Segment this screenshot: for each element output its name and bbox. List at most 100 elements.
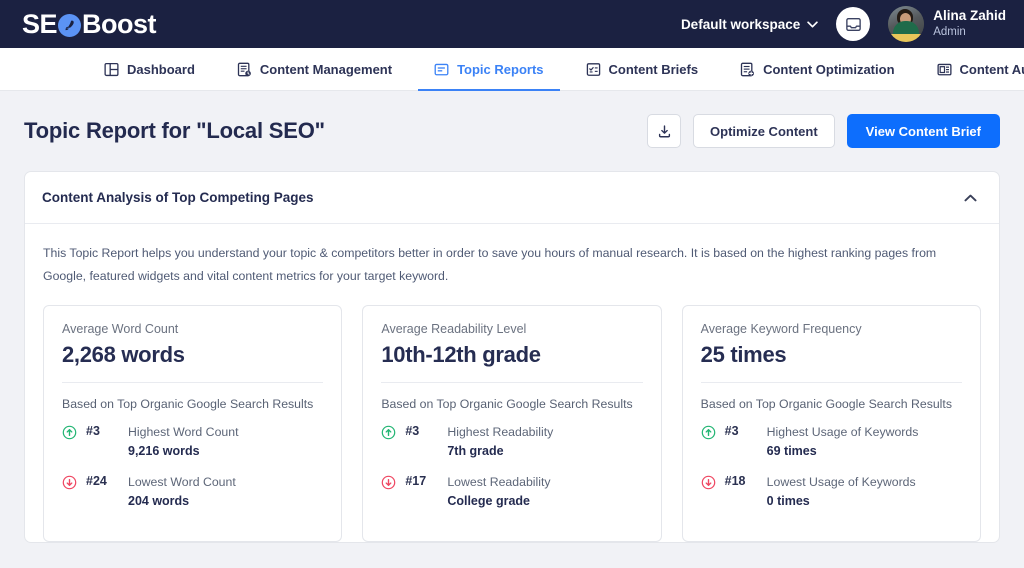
nav-label: Content Audits: [959, 61, 1024, 77]
arrow-up-circle-icon: [382, 426, 396, 440]
stat-text: Lowest Usage of Keywords 0 times: [767, 473, 916, 511]
page-content: Topic Report for "Local SEO" Optimize Co…: [0, 91, 1024, 543]
nav-item-content-audits[interactable]: Content Audits: [921, 48, 1024, 90]
card-body: This Topic Report helps you understand y…: [25, 224, 999, 542]
nav-item-content-management[interactable]: Content Management: [221, 48, 408, 90]
stat-rank: #3: [405, 424, 420, 439]
nav-item-content-optimization[interactable]: Content Optimization: [724, 48, 910, 90]
nav-label: Content Management: [259, 61, 393, 77]
stat-rank: #3: [724, 424, 739, 439]
stat-value: 204 words: [128, 493, 190, 508]
stat-text: Highest Word Count 9,216 words: [128, 423, 239, 461]
stat-name: Highest Word Count: [128, 425, 239, 440]
metric-label: Average Keyword Frequency: [700, 322, 862, 337]
stat-name: Lowest Readability: [447, 475, 551, 490]
metric-card: Average Readability Level 10th-12th grad…: [362, 305, 662, 542]
card-header: Content Analysis of Top Competing Pages: [25, 172, 999, 224]
stat-name: Highest Usage of Keywords: [766, 425, 919, 440]
stat-text: Lowest Readability College grade: [447, 473, 550, 511]
stat-rank: #24: [86, 474, 107, 489]
metric-value: 25 times: [700, 342, 787, 368]
inbox-tray-icon: [845, 17, 861, 31]
stat-value: 7th grade: [447, 444, 504, 459]
stat-row-highest: #3 Highest Usage of Keywords 69 times: [701, 423, 962, 461]
chevron-down-icon: [807, 20, 818, 28]
collapse-toggle[interactable]: [959, 187, 981, 209]
stat-row-lowest: #18 Lowest Usage of Keywords 0 times: [701, 473, 962, 511]
metric-subtitle: Based on Top Organic Google Search Resul…: [700, 397, 952, 412]
app-logo[interactable]: SE Boost: [22, 8, 157, 40]
user-info: Alina Zahid Admin: [933, 8, 1006, 39]
stat-rank: #18: [724, 474, 746, 489]
stat-value: 0 times: [766, 493, 810, 508]
nav-label: Content Optimization: [763, 61, 895, 77]
stat-value: College grade: [447, 493, 530, 508]
metric-value: 10th-12th grade: [381, 342, 541, 368]
divider: [700, 382, 962, 384]
rocket-circle-icon: [58, 13, 82, 37]
arrow-up-circle-icon: [701, 426, 715, 440]
card-description: This Topic Report helps you understand y…: [43, 246, 937, 283]
metric-card: Average Word Count 2,268 words Based on …: [43, 305, 343, 542]
logo-text-right: Boost: [82, 8, 157, 39]
nav-item-content-briefs[interactable]: Content Briefs: [570, 48, 715, 90]
stat-value: 9,216 words: [128, 444, 200, 459]
metric-label: Average Readability Level: [381, 322, 527, 337]
stat-row-lowest: #17 Lowest Readability College grade: [381, 473, 642, 511]
content-analysis-card: Content Analysis of Top Competing Pages …: [24, 171, 1000, 543]
metric-subtitle: Based on Top Organic Google Search Resul…: [62, 397, 314, 412]
arrow-up-circle-icon: [62, 426, 77, 440]
user-role: Admin: [933, 26, 966, 39]
stat-row-lowest: #24 Lowest Word Count 204 words: [62, 473, 323, 511]
stat-text: Lowest Word Count 204 words: [128, 473, 236, 511]
logo-text-left: SE: [22, 8, 58, 39]
card-title: Content Analysis of Top Competing Pages: [42, 190, 314, 205]
stat-row-highest: #3 Highest Word Count 9,216 words: [62, 423, 323, 461]
download-button[interactable]: [647, 114, 682, 148]
nav-label: Topic Reports: [457, 61, 544, 77]
stat-name: Lowest Usage of Keywords: [766, 475, 916, 490]
stat-text: Highest Readability 7th grade: [447, 423, 553, 461]
chevron-up-icon: [963, 194, 977, 201]
document-plus-icon: [740, 62, 755, 76]
download-icon: [658, 124, 670, 137]
inbox-button[interactable]: [836, 7, 871, 41]
divider: [62, 382, 324, 384]
workspace-label: Default workspace: [680, 16, 801, 32]
stat-name: Highest Readability: [447, 425, 554, 440]
arrow-down-circle-icon: [382, 475, 396, 490]
stat-value: 69 times: [766, 444, 817, 459]
metric-subtitle: Based on Top Organic Google Search Resul…: [381, 397, 633, 412]
stat-row-highest: #3 Highest Readability 7th grade: [381, 423, 642, 461]
metric-card: Average Keyword Frequency 25 times Based…: [681, 305, 981, 542]
avatar: [888, 6, 925, 42]
metric-label: Average Word Count: [62, 322, 179, 337]
nav-item-topic-reports[interactable]: Topic Reports: [418, 48, 560, 91]
view-content-brief-button[interactable]: View Content Brief: [846, 114, 1000, 148]
page-header: Topic Report for "Local SEO" Optimize Co…: [24, 91, 1000, 171]
arrow-down-circle-icon: [62, 475, 77, 490]
user-name: Alina Zahid: [933, 8, 1006, 24]
nav-label: Content Briefs: [608, 61, 699, 77]
metric-card-list: Average Word Count 2,268 words Based on …: [43, 305, 981, 542]
stat-rank: #3: [86, 424, 100, 439]
nav-label: Dashboard: [127, 61, 195, 77]
header-right-group: Default workspace Alina Zahid Admin: [681, 6, 1006, 42]
document-list-icon: [936, 63, 952, 75]
optimize-content-button[interactable]: Optimize Content: [693, 114, 835, 148]
page-title: Topic Report for "Local SEO": [24, 118, 325, 143]
report-folder-icon: [434, 63, 449, 75]
arrow-down-circle-icon: [701, 475, 715, 490]
stat-text: Highest Usage of Keywords 69 times: [767, 423, 919, 461]
document-check-icon: [586, 62, 600, 76]
stat-rank: #17: [405, 474, 427, 489]
metric-value: 2,268 words: [62, 342, 185, 368]
main-nav: Dashboard Content Management Topic Repor…: [0, 48, 1024, 91]
page-actions: Optimize Content View Content Brief: [647, 114, 1000, 148]
nav-item-dashboard[interactable]: Dashboard: [88, 48, 211, 90]
workspace-selector[interactable]: Default workspace: [681, 17, 818, 32]
stat-name: Lowest Word Count: [128, 475, 236, 490]
app-header: SE Boost Default workspace Alina Zahid A…: [0, 0, 1024, 48]
divider: [381, 382, 643, 384]
user-menu[interactable]: Alina Zahid Admin: [888, 6, 1006, 42]
